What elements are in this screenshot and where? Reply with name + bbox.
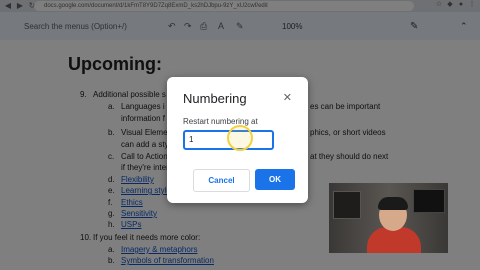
restart-numbering-label: Restart numbering at — [183, 117, 258, 126]
dialog-title: Numbering — [183, 91, 247, 106]
webcam-shelf — [333, 191, 361, 219]
webcam-person-hair — [378, 197, 408, 210]
cursor-highlight — [227, 125, 253, 151]
close-icon[interactable]: ✕ — [283, 91, 292, 104]
webcam-monitor — [413, 189, 445, 213]
ok-button[interactable]: OK — [255, 169, 295, 190]
cancel-button[interactable]: Cancel — [193, 169, 250, 192]
webcam-overlay — [329, 183, 448, 253]
